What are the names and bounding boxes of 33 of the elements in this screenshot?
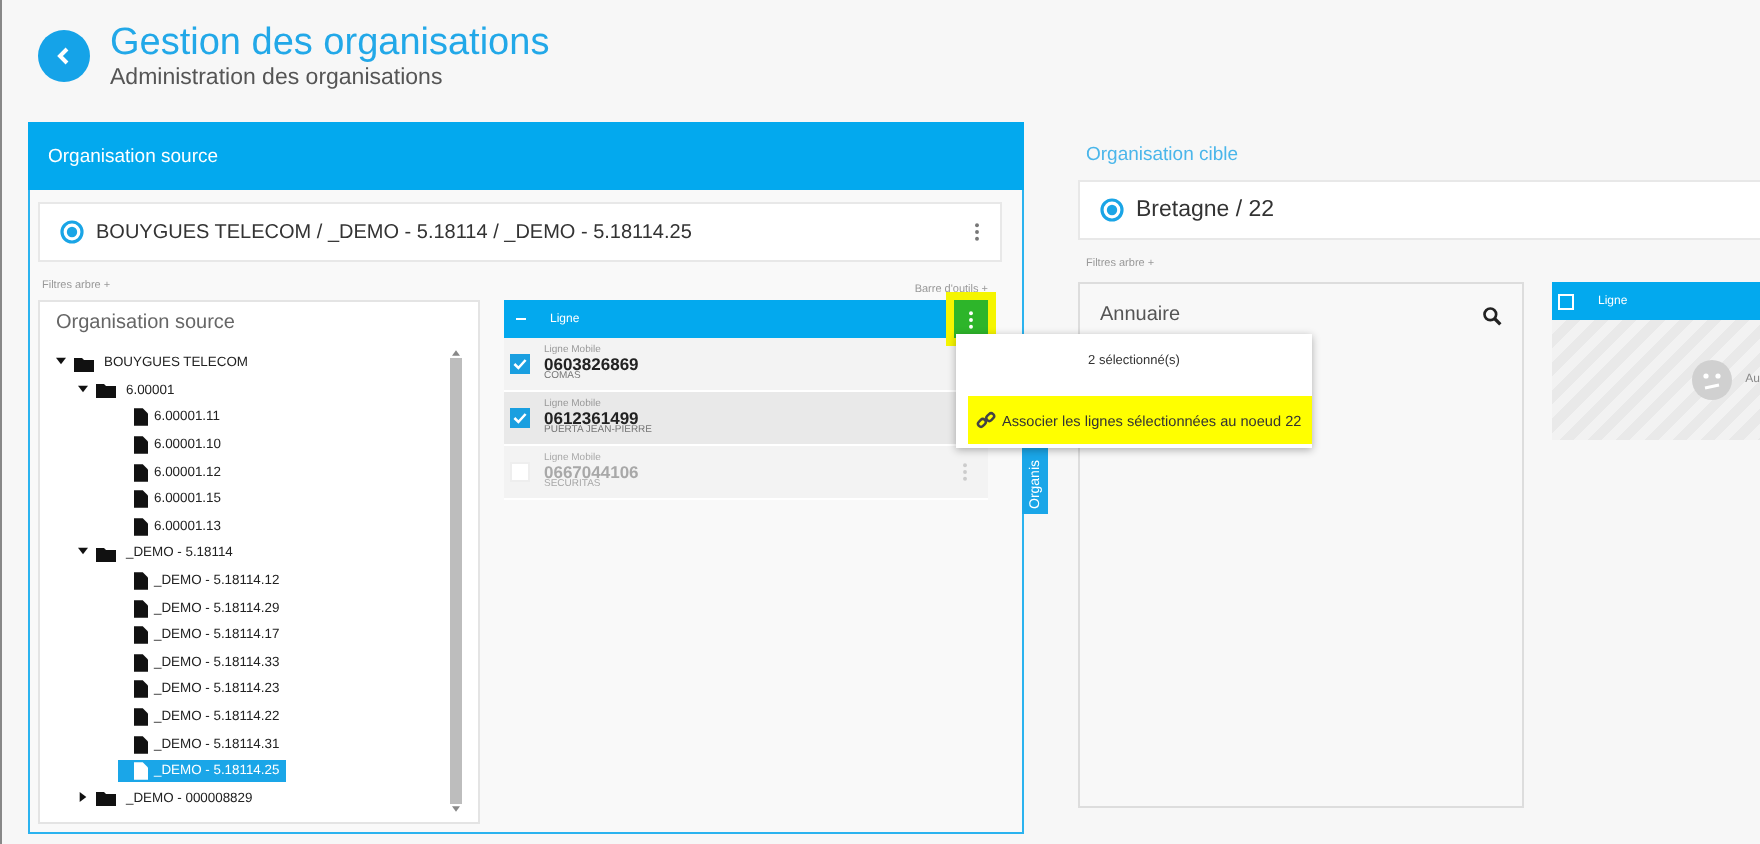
- chevron-left-icon: [54, 46, 74, 66]
- caret-down-icon[interactable]: [78, 546, 88, 557]
- folder-icon: [96, 545, 116, 562]
- caret-down-icon[interactable]: [78, 383, 88, 394]
- directory-title: Annuaire: [1100, 304, 1181, 326]
- line-number: 0612361499: [544, 409, 639, 427]
- line-number: 0667044106: [544, 463, 639, 481]
- caret-right-icon[interactable]: [78, 791, 88, 802]
- back-button[interactable]: [38, 30, 90, 82]
- selected-path: Bretagne / 22: [1136, 198, 1277, 222]
- search-icon[interactable]: [1482, 305, 1502, 325]
- more-options-icon[interactable]: [968, 309, 974, 329]
- folder-icon: [96, 790, 116, 807]
- minus-icon[interactable]: [516, 317, 526, 321]
- link-icon: [976, 410, 996, 430]
- checkbox[interactable]: [510, 408, 530, 428]
- organisation-selector[interactable]: BOUYGUES TELECOM / _DEMO - 5.18114 / _DEMO - 5.18114.25: [38, 202, 1002, 262]
- selected-path: BOUYGUES TELECOM / _DEMO - 5.18114 / _DEMO - 5.18114.25: [96, 221, 694, 243]
- confused-face-icon: [1691, 360, 1732, 400]
- more-options-icon[interactable]: [974, 222, 980, 242]
- page-title: Gestion des organisations: [110, 22, 550, 66]
- caret-down-icon[interactable]: [56, 356, 66, 367]
- target-icon: [1100, 198, 1124, 222]
- line-number: 0603826869: [544, 355, 639, 373]
- menu-button[interactable]: [954, 300, 988, 338]
- page-subtitle: Administration des organisations: [110, 66, 445, 90]
- tree-title: Organisation source: [56, 312, 237, 334]
- target-icon: [60, 220, 84, 244]
- panel-title: Organisation cible: [1086, 144, 1241, 170]
- organisation-selector[interactable]: Bretagne / 22: [1078, 180, 1760, 240]
- scrollbar[interactable]: [448, 350, 462, 813]
- checkbox[interactable]: [510, 354, 530, 374]
- panel-title: Organisation source: [48, 145, 219, 167]
